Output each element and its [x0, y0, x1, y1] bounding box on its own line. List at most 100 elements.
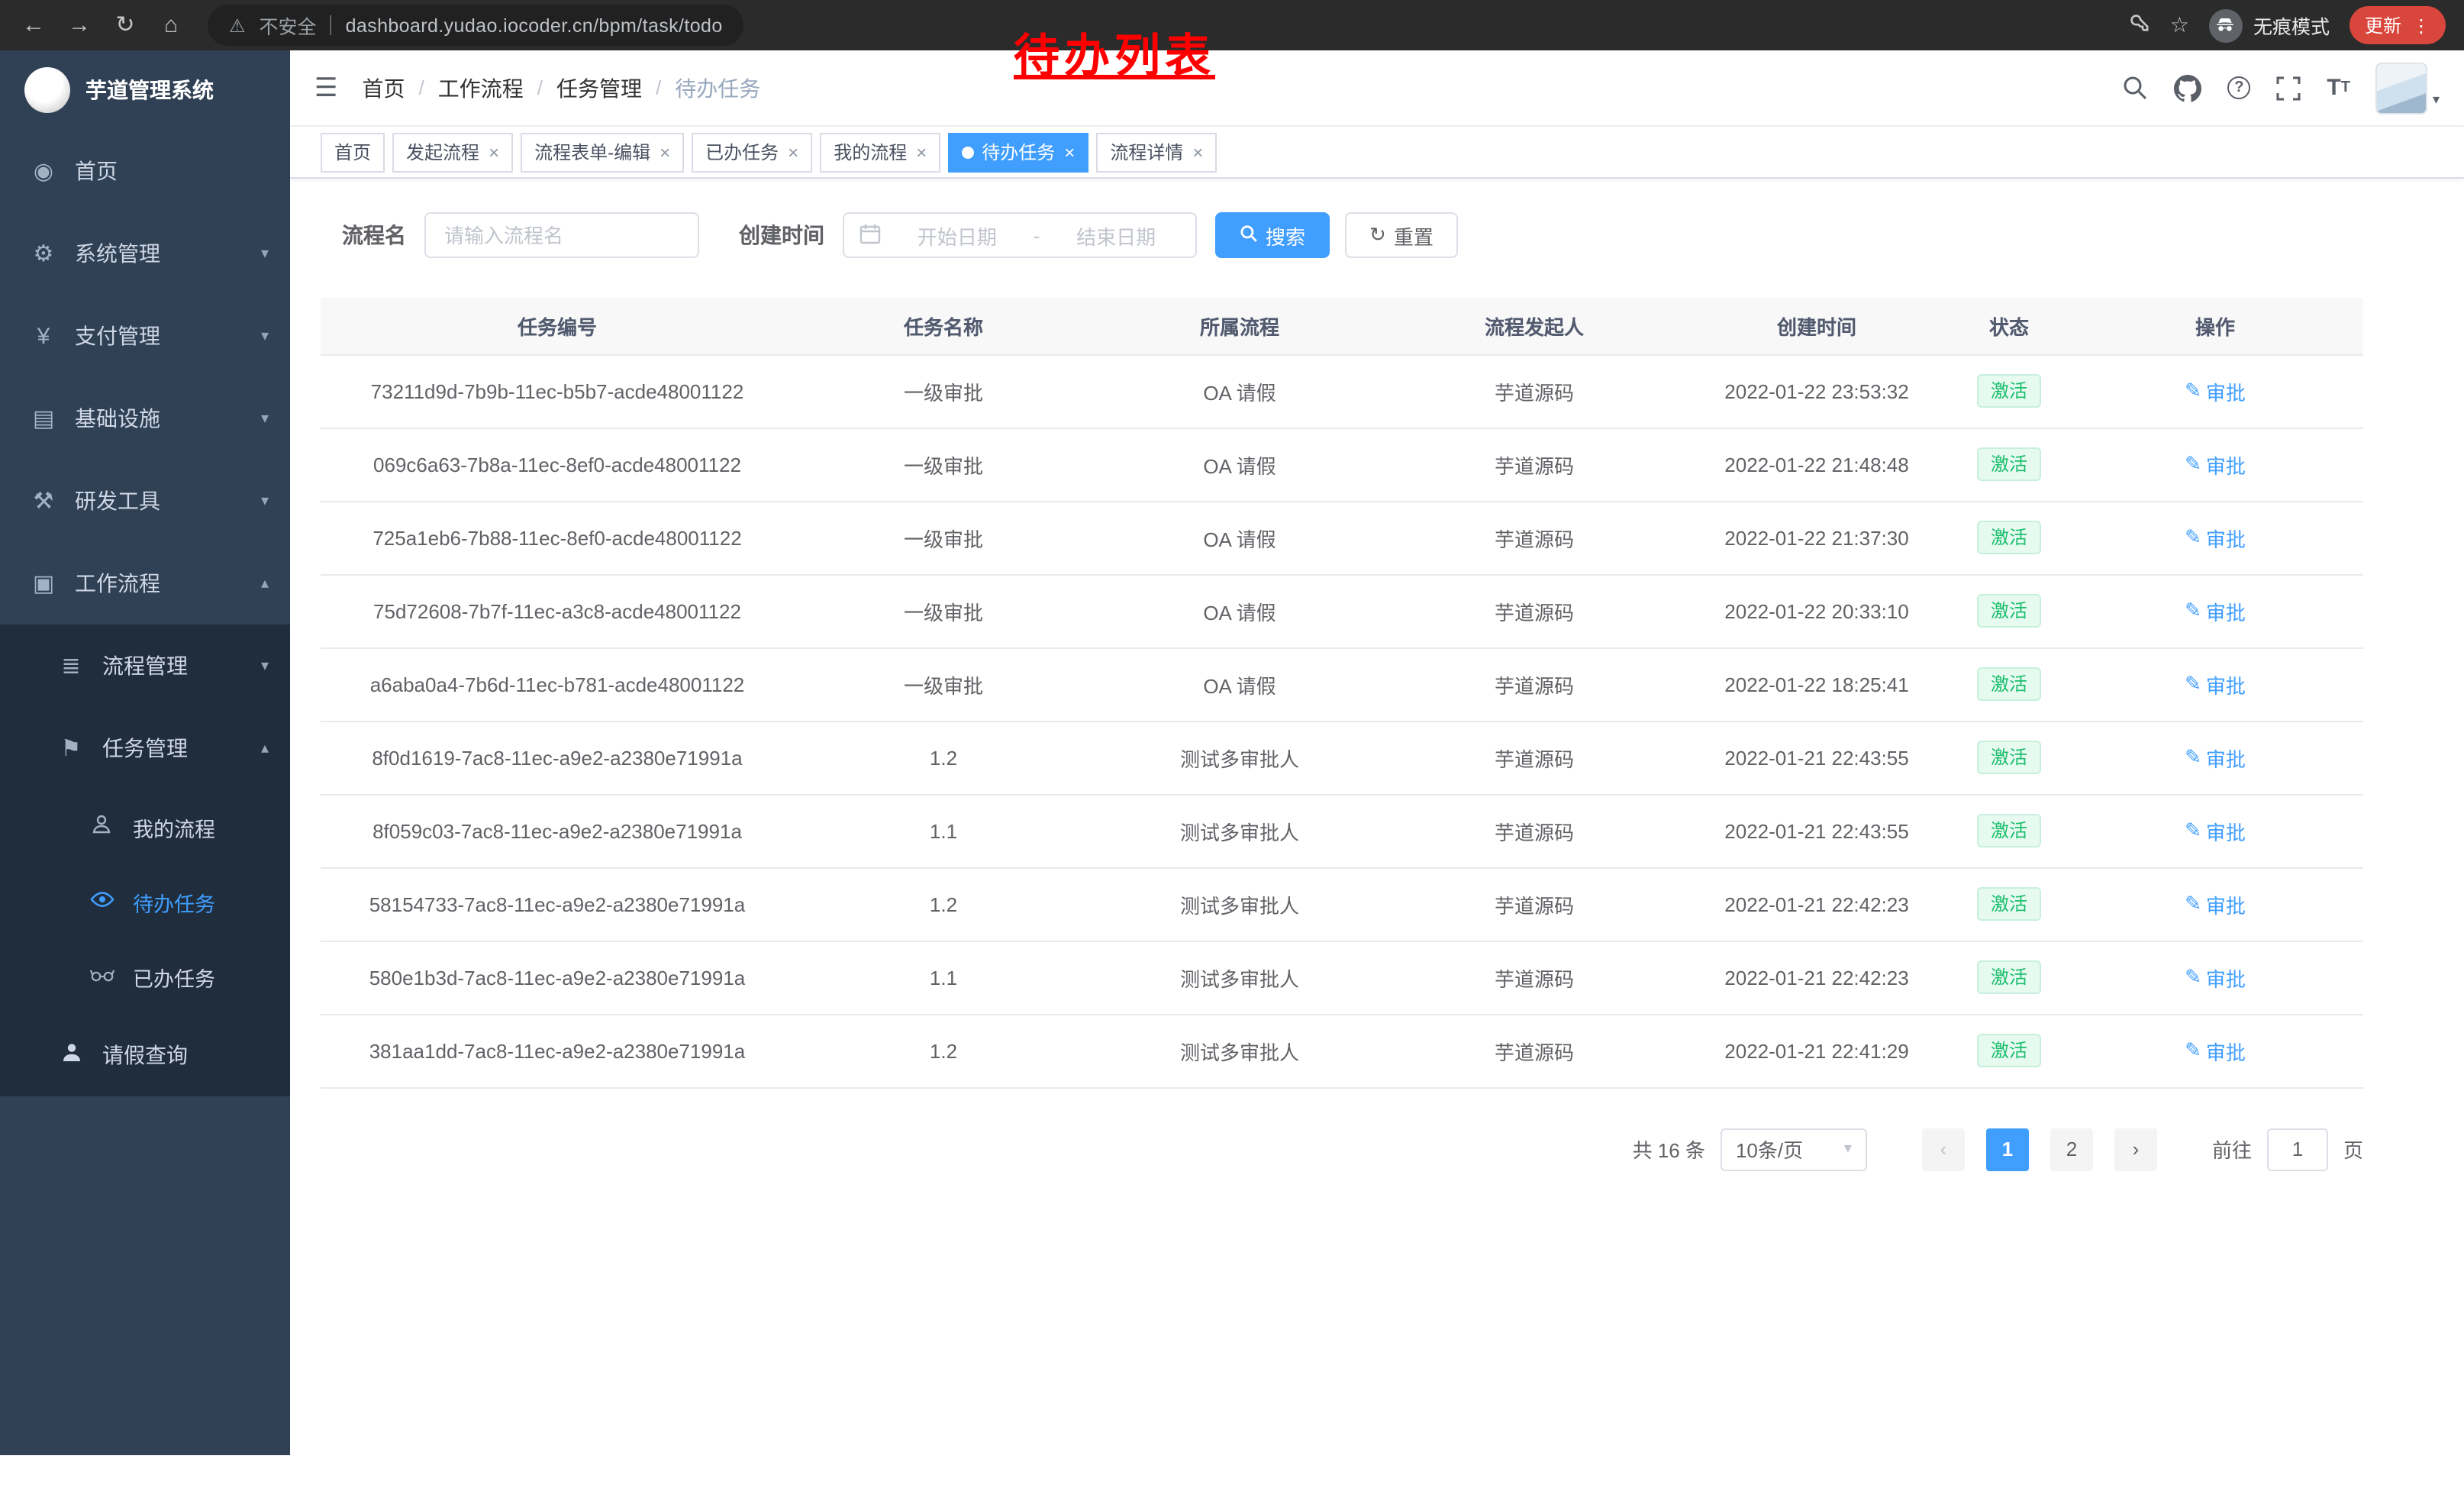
cell-initiator: 芋道源码	[1386, 867, 1682, 941]
table-row: 069c6a63-7b8a-11ec-8ef0-acde48001122 一级审…	[321, 428, 2363, 501]
prev-page-button[interactable]: ‹	[1922, 1128, 1965, 1170]
help-icon[interactable]: ?	[2227, 76, 2250, 99]
person-chat-icon	[89, 812, 114, 841]
sidebar-item-home[interactable]: ◉ 首页	[0, 130, 290, 212]
approve-link[interactable]: ✎审批	[2185, 523, 2246, 552]
address-bar[interactable]: ⚠ 不安全 dashboard.yudao.iocoder.cn/bpm/tas…	[208, 5, 744, 46]
navbar-actions: ? TT ▾	[2122, 62, 2440, 114]
user-avatar[interactable]: ▾	[2376, 62, 2440, 114]
tab-label: 首页	[334, 139, 371, 165]
sidebar-item-payment[interactable]: ¥ 支付管理 ▾	[0, 295, 290, 377]
create-time-label: 创建时间	[739, 220, 824, 250]
tab-home[interactable]: 首页	[321, 132, 385, 172]
approve-link[interactable]: ✎审批	[2185, 670, 2246, 699]
tab-done-task[interactable]: 已办任务 ×	[692, 132, 812, 172]
security-label: 不安全	[260, 11, 317, 40]
search-button[interactable]: 搜索	[1215, 212, 1330, 258]
table-row: 75d72608-7b7f-11ec-a3c8-acde48001122 一级审…	[321, 574, 2363, 647]
breadcrumb-item-workflow[interactable]: 工作流程	[438, 73, 524, 103]
update-button[interactable]: 更新 ⋮	[2350, 6, 2446, 44]
approve-link[interactable]: ✎审批	[2185, 743, 2246, 772]
sidebar-item-workflow[interactable]: ▣ 工作流程 ▴	[0, 542, 290, 625]
page-button-2[interactable]: 2	[2050, 1128, 2093, 1170]
task-table-body: 73211d9d-7b9b-11ec-b5b7-acde48001122 一级审…	[321, 354, 2363, 1087]
hamburger-icon[interactable]: ☰	[314, 73, 338, 103]
approve-link[interactable]: ✎审批	[2185, 963, 2246, 992]
sidebar-item-todo-task[interactable]: 待办任务	[0, 864, 290, 939]
tab-process-form-edit[interactable]: 流程表单-编辑 ×	[521, 132, 684, 172]
sidebar-item-my-process[interactable]: 我的流程	[0, 789, 290, 864]
pencil-icon: ✎	[2185, 525, 2201, 550]
status-badge: 激活	[1977, 521, 2041, 554]
cell-status: 激活	[1951, 647, 2067, 721]
close-icon[interactable]: ×	[489, 141, 499, 163]
approve-label: 审批	[2206, 889, 2246, 918]
key-icon[interactable]	[2127, 10, 2150, 40]
reset-button-label: 重置	[1394, 221, 1434, 250]
approve-label: 审批	[2206, 1036, 2246, 1065]
cell-initiator: 芋道源码	[1386, 501, 1682, 574]
tab-my-process[interactable]: 我的流程 ×	[820, 132, 940, 172]
approve-link[interactable]: ✎审批	[2185, 450, 2246, 479]
sidebar-item-devtools[interactable]: ⚒ 研发工具 ▾	[0, 460, 290, 542]
github-icon[interactable]	[2174, 74, 2201, 102]
tab-label: 流程表单-编辑	[534, 139, 650, 165]
approve-label: 审批	[2206, 670, 2246, 699]
dashboard-icon: ◉	[31, 157, 56, 185]
filter-form: 流程名 创建时间 开始日期 - 结束日期	[342, 212, 2433, 258]
bookmark-star-icon[interactable]: ☆	[2170, 12, 2189, 38]
page-button-1[interactable]: 1	[1986, 1128, 2029, 1170]
approve-link[interactable]: ✎审批	[2185, 1036, 2246, 1065]
close-icon[interactable]: ×	[788, 141, 798, 163]
process-name-input[interactable]	[424, 212, 699, 258]
cell-action: ✎审批	[2067, 721, 2363, 794]
sidebar-item-process-mgmt[interactable]: ≣ 流程管理 ▾	[0, 625, 290, 707]
cell-task-id: 8f059c03-7ac8-11ec-a9e2-a2380e71991a	[321, 794, 794, 867]
cell-task-name: 1.2	[794, 1014, 1093, 1087]
sidebar-item-done-task[interactable]: 已办任务	[0, 939, 290, 1014]
status-badge: 激活	[1977, 814, 2041, 847]
breadcrumb-item-task-mgmt[interactable]: 任务管理	[556, 73, 642, 103]
tab-process-detail[interactable]: 流程详情 ×	[1096, 132, 1217, 172]
sidebar-item-system[interactable]: ⚙ 系统管理 ▾	[0, 212, 290, 295]
menu-kebab-icon[interactable]: ⋮	[2412, 15, 2430, 36]
breadcrumb-separator: /	[419, 76, 424, 99]
back-icon[interactable]: ←	[18, 0, 49, 50]
status-badge: 激活	[1977, 741, 2041, 774]
reload-icon[interactable]: ↻	[110, 0, 140, 50]
home-icon[interactable]: ⌂	[156, 0, 186, 50]
tab-todo-task-active[interactable]: 待办任务 ×	[948, 132, 1088, 172]
close-icon[interactable]: ×	[1192, 141, 1203, 163]
approve-link[interactable]: ✎审批	[2185, 889, 2246, 918]
cell-created: 2022-01-22 20:33:10	[1682, 574, 1951, 647]
logo-area[interactable]: 芋道管理系统	[0, 50, 290, 130]
date-range-picker[interactable]: 开始日期 - 结束日期	[843, 212, 1197, 258]
next-page-button[interactable]: ›	[2114, 1128, 2157, 1170]
chevron-down-icon: ▾	[261, 410, 269, 427]
status-badge: 激活	[1977, 887, 2041, 921]
approve-link[interactable]: ✎审批	[2185, 596, 2246, 625]
cell-initiator: 芋道源码	[1386, 721, 1682, 794]
breadcrumb-item-home[interactable]: 首页	[363, 73, 405, 103]
forward-icon[interactable]: →	[64, 0, 95, 50]
close-icon[interactable]: ×	[1064, 141, 1075, 163]
sidebar-item-task-mgmt[interactable]: ⚑ 任务管理 ▴	[0, 707, 290, 789]
tab-start-process[interactable]: 发起流程 ×	[392, 132, 513, 172]
cell-status: 激活	[1951, 574, 2067, 647]
reset-button[interactable]: ↻ 重置	[1345, 212, 1458, 258]
approve-link[interactable]: ✎审批	[2185, 816, 2246, 845]
cell-task-id: a6aba0a4-7b6d-11ec-b781-acde48001122	[321, 647, 794, 721]
sidebar-item-infrastructure[interactable]: ▤ 基础设施 ▾	[0, 377, 290, 460]
goto-page-input[interactable]	[2267, 1128, 2328, 1170]
page-size-select[interactable]: 10条/页 ▾	[1721, 1128, 1867, 1170]
approve-link[interactable]: ✎审批	[2185, 376, 2246, 405]
font-size-icon[interactable]: TT	[2327, 75, 2350, 101]
close-icon[interactable]: ×	[916, 141, 927, 163]
close-icon[interactable]: ×	[660, 141, 670, 163]
search-icon[interactable]	[2122, 75, 2148, 101]
sidebar-item-leave-query[interactable]: 请假查询	[0, 1014, 290, 1096]
fullscreen-icon[interactable]	[2276, 76, 2301, 100]
cell-task-id: 381aa1dd-7ac8-11ec-a9e2-a2380e71991a	[321, 1014, 794, 1087]
approve-label: 审批	[2206, 596, 2246, 625]
chevron-up-icon: ▴	[261, 740, 269, 757]
